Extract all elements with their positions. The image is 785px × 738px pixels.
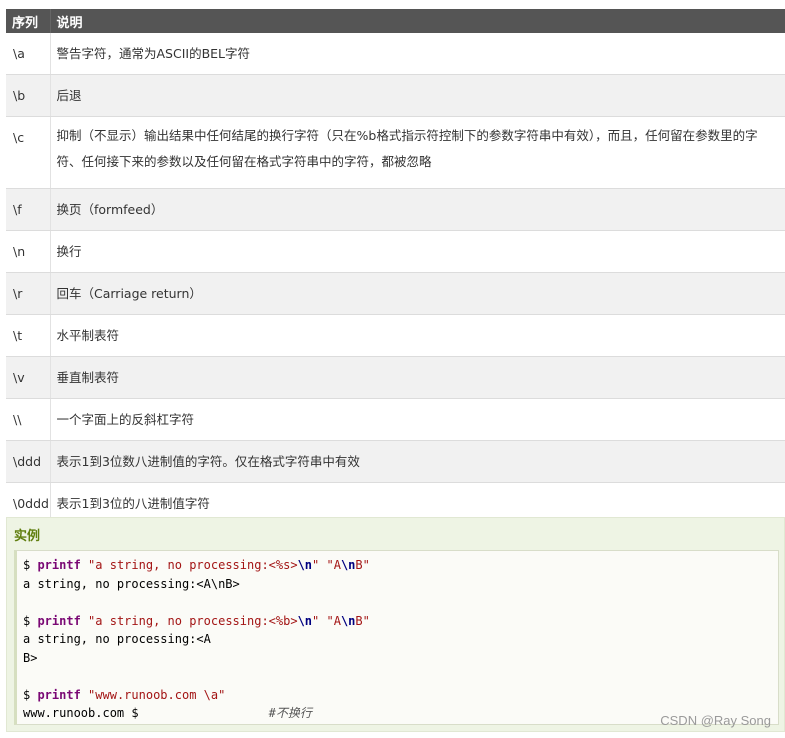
table-row: \t 水平制表符 [6,314,785,357]
string-literal: "www.runoob.com \a" [88,687,226,702]
code-output-line: www.runoob.com $ #不换行 [23,706,312,720]
row-description: 回车（Carriage return） [49,272,785,315]
row-description: 表示1到3位数八进制值的字符。仅在格式字符串中有效 [49,440,785,483]
code-output-line: a string, no processing:<A [23,632,211,646]
row-sequence: \r [6,272,50,315]
output-text: www.runoob.com $ [23,706,139,720]
shell-prompt: $ [23,687,38,702]
code-lines: $ printf "a string, no processing:<%s>\n… [23,556,370,723]
row-description: 换页（formfeed） [49,188,785,231]
string-literal: "A [326,613,341,628]
string-literal: "a string, no processing:<%s> [88,558,298,572]
table-row: \\ 一个字面上的反斜杠字符 [6,398,785,441]
escape-literal: \n [297,613,313,628]
row-sequence: \t [6,314,50,357]
code-block: $ printf "a string, no processing:<%s>\n… [14,550,779,725]
row-sequence: \ddd [6,440,50,483]
row-sequence: \a [6,33,50,75]
header-sequence: 序列 [6,9,51,33]
row-sequence: \v [6,356,50,399]
code-output-line: B> [23,650,38,665]
code-comment: #不换行 [268,706,312,720]
row-sequence: \c [6,116,50,189]
row-sequence: \b [6,74,50,117]
escape-literal: \n [297,558,313,572]
escape-sequence-table-container: 序列 说明 \a 警告字符，通常为ASCII的BEL字符 \b 后退 \c 抑制… [6,9,785,525]
escape-literal: \n [340,558,356,572]
csdn-watermark: CSDN @Ray Song [660,713,771,728]
header-description: 说明 [50,9,785,33]
command-keyword: printf [37,558,81,572]
code-output-line: a string, no processing:<A\nB> [23,576,240,591]
code-line: $ printf "a string, no processing:<%b>\n… [23,614,370,628]
command-keyword: printf [37,687,81,702]
example-title: 实例 [14,529,41,544]
row-description: 一个字面上的反斜杠字符 [49,398,785,441]
row-description: 后退 [49,74,785,117]
row-description: 警告字符，通常为ASCII的BEL字符 [49,33,785,75]
code-line: $ printf "a string, no processing:<%s>\n… [23,558,370,572]
escape-sequence-table: 序列 说明 \a 警告字符，通常为ASCII的BEL字符 \b 后退 \c 抑制… [6,9,785,525]
table-row: \v 垂直制表符 [6,356,785,399]
table-row: \c 抑制（不显示）输出结果中任何结尾的换行字符（只在%b格式指示符控制下的参数… [6,116,785,189]
row-description: 换行 [49,230,785,273]
table-header-row: 序列 说明 [6,9,785,33]
string-literal: "a string, no processing:<%b> [88,613,298,628]
row-sequence: \f [6,188,50,231]
table-row: \a 警告字符，通常为ASCII的BEL字符 [6,33,785,75]
example-section: 实例 $ printf "a string, no processing:<%s… [6,517,785,732]
shell-prompt: $ [23,613,38,628]
table-row: \f 换页（formfeed） [6,188,785,231]
shell-prompt: $ [23,558,38,572]
string-literal: "A [326,558,341,572]
string-literal: B" [355,613,370,628]
table-row: \n 换行 [6,230,785,273]
escape-literal: \n [340,613,356,628]
table-row: \ddd 表示1到3位数八进制值的字符。仅在格式字符串中有效 [6,440,785,483]
row-description: 垂直制表符 [49,356,785,399]
row-description: 水平制表符 [49,314,785,357]
row-description: 抑制（不显示）输出结果中任何结尾的换行字符（只在%b格式指示符控制下的参数字符串… [49,116,785,189]
row-sequence: \\ [6,398,50,441]
table-row: \b 后退 [6,74,785,117]
command-keyword: printf [37,613,81,628]
string-literal: B" [355,558,370,572]
code-line: $ printf "www.runoob.com \a" [23,688,225,702]
table-row: \r 回车（Carriage return） [6,272,785,315]
row-sequence: \n [6,230,50,273]
